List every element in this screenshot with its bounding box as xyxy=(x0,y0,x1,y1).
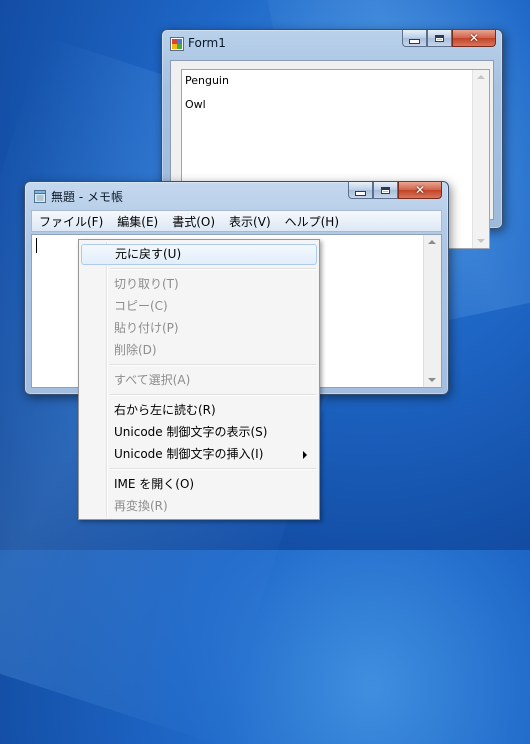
menu-view[interactable]: 表示(V) xyxy=(222,213,278,230)
submenu-arrow-icon xyxy=(303,451,307,459)
menu-format[interactable]: 書式(O) xyxy=(165,213,222,230)
close-button[interactable]: ✕ xyxy=(452,30,496,47)
minimize-icon xyxy=(409,38,420,44)
menu-separator xyxy=(110,364,316,366)
form1-title: Form1 xyxy=(188,36,226,50)
menu-item-reconvert[interactable]: 再変換(R) xyxy=(81,496,317,517)
menu-item-copy[interactable]: コピー(C) xyxy=(81,296,317,317)
close-button[interactable]: ✕ xyxy=(398,182,442,199)
menu-separator xyxy=(110,268,316,270)
menu-item-show-unicode[interactable]: Unicode 制御文字の表示(S) xyxy=(81,422,317,443)
menu-item-cut[interactable]: 切り取り(T) xyxy=(81,274,317,295)
list-item[interactable]: Owl xyxy=(185,98,206,111)
minimize-icon xyxy=(355,190,366,196)
menu-item-open-ime[interactable]: IME を開く(O) xyxy=(81,474,317,495)
list-item[interactable]: Penguin xyxy=(185,74,229,87)
menu-item-insert-unicode[interactable]: Unicode 制御文字の挿入(I) xyxy=(81,444,317,465)
notepad-title: 無題 - メモ帳 xyxy=(51,190,123,204)
notepad-caption-buttons: ✕ xyxy=(348,182,442,201)
maximize-button[interactable] xyxy=(427,30,452,47)
close-icon: ✕ xyxy=(414,183,426,197)
listbox-scrollbar[interactable] xyxy=(472,70,489,248)
scroll-down-icon[interactable] xyxy=(477,239,485,243)
menu-file[interactable]: ファイル(F) xyxy=(32,213,110,230)
maximize-icon xyxy=(381,186,390,194)
menu-edit[interactable]: 編集(E) xyxy=(110,213,165,230)
maximize-button[interactable] xyxy=(373,182,398,199)
menu-separator xyxy=(110,468,316,470)
scroll-up-icon[interactable] xyxy=(428,240,436,244)
menu-separator xyxy=(110,394,316,396)
minimize-button[interactable] xyxy=(402,30,427,47)
scroll-up-icon[interactable] xyxy=(477,75,485,79)
menu-help[interactable]: ヘルプ(H) xyxy=(278,213,346,230)
scroll-down-icon[interactable] xyxy=(428,378,436,382)
menu-item-label: Unicode 制御文字の挿入(I) xyxy=(114,447,264,461)
menubar: ファイル(F) 編集(E) 書式(O) 表示(V) ヘルプ(H) xyxy=(31,210,442,232)
notepad-titlebar[interactable]: 無題 - メモ帳 ✕ xyxy=(25,182,448,210)
menu-item-paste[interactable]: 貼り付け(P) xyxy=(81,318,317,339)
app-icon xyxy=(170,37,184,51)
editor-scrollbar[interactable] xyxy=(423,235,441,387)
form1-caption-buttons: ✕ xyxy=(402,30,496,49)
menu-item-select-all[interactable]: すべて選択(A) xyxy=(81,370,317,391)
close-icon: ✕ xyxy=(468,31,480,45)
menu-item-undo[interactable]: 元に戻す(U) xyxy=(81,244,317,265)
minimize-button[interactable] xyxy=(348,182,373,199)
form1-titlebar[interactable]: Form1 ✕ xyxy=(162,30,502,58)
text-caret xyxy=(36,238,37,253)
menu-item-rtl-reading[interactable]: 右から左に読む(R) xyxy=(81,400,317,421)
notepad-icon xyxy=(34,190,46,203)
context-menu: 元に戻す(U) 切り取り(T) コピー(C) 貼り付け(P) 削除(D) すべて… xyxy=(78,239,320,520)
menu-item-delete[interactable]: 削除(D) xyxy=(81,340,317,361)
maximize-icon xyxy=(435,34,444,42)
